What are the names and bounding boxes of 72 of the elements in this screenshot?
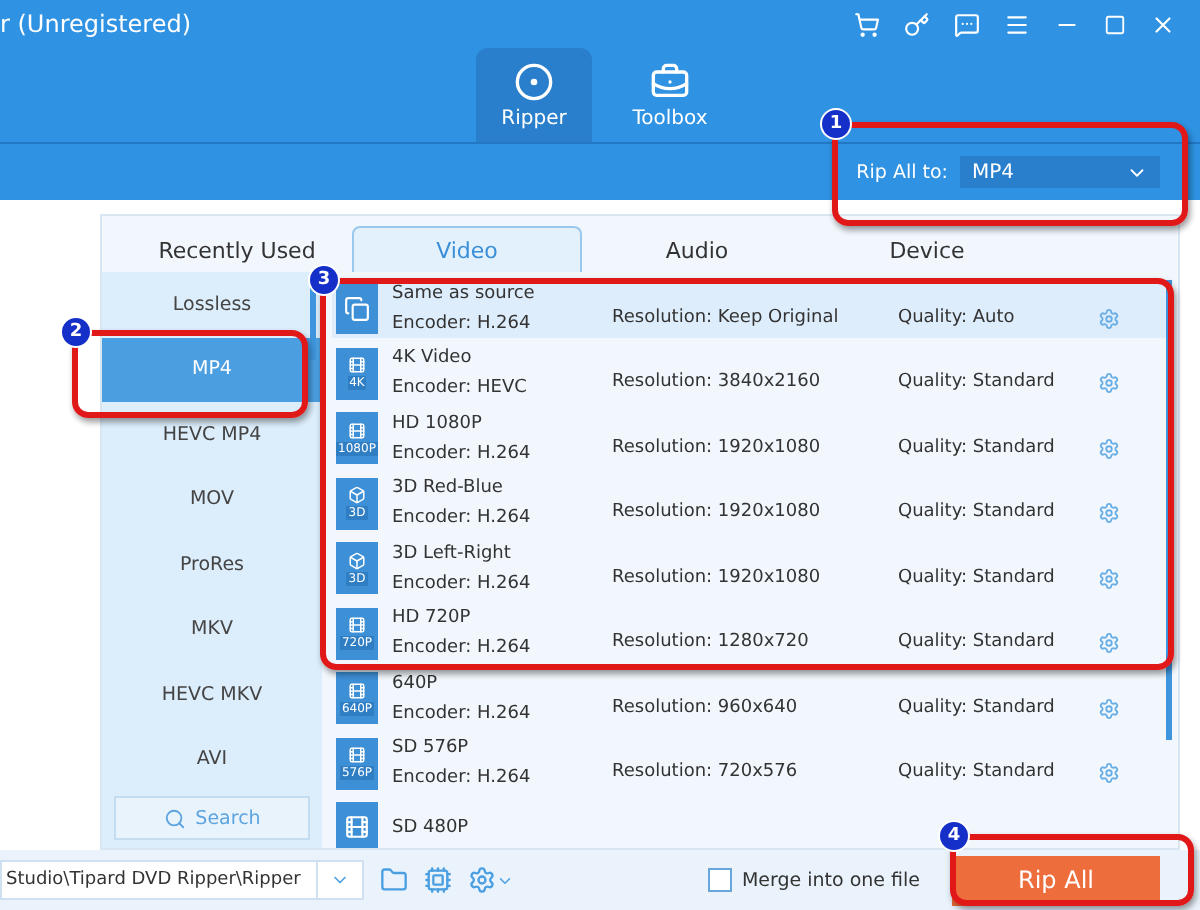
resolution-text: Resolution: 1280x720 xyxy=(612,632,811,656)
key-icon[interactable] xyxy=(904,11,930,37)
window-title: r (Unregistered) xyxy=(0,10,194,38)
resolution-text: Resolution: 1920x1080 xyxy=(612,567,823,591)
merge-checkbox[interactable]: Merge into one file xyxy=(707,868,920,892)
encoder-text: Encoder: HEVC xyxy=(392,378,529,399)
resolution-text: Resolution: 1920x1080 xyxy=(612,437,823,461)
quality-text: Quality: Standard xyxy=(898,372,1057,396)
checkbox[interactable] xyxy=(707,868,732,892)
encoder-text: Encoder: H.264 xyxy=(392,508,533,529)
format-item[interactable]: HEVC MP4 xyxy=(102,402,322,467)
preset-title: HD 1080P xyxy=(392,413,484,434)
encoder-text: Encoder: H.264 xyxy=(392,768,533,789)
preset-title: 3D Left-Right xyxy=(392,543,513,564)
search-icon xyxy=(163,807,186,829)
maximize-icon[interactable] xyxy=(1104,13,1126,35)
film-icon xyxy=(348,356,366,375)
nav-tab[interactable]: Ripper xyxy=(476,48,592,142)
resolution-text: Resolution: 720x576 xyxy=(612,762,800,786)
resolution-text: Resolution: 3840x2160 xyxy=(612,372,823,396)
format-tab[interactable]: Device xyxy=(812,226,1042,272)
resolution-text: Resolution: 960x640 xyxy=(612,697,800,721)
quality-text: Quality: Standard xyxy=(898,437,1057,461)
format-tab[interactable]: Audio xyxy=(582,226,812,272)
quality-text: Quality: Standard xyxy=(898,697,1057,721)
preset-title: Same as source xyxy=(392,283,537,304)
close-icon[interactable] xyxy=(1150,11,1176,37)
preset-title: SD 576P xyxy=(392,738,471,759)
copy-icon xyxy=(344,295,370,322)
preset-title: 3D Red-Blue xyxy=(392,478,505,499)
encoder-text: Encoder: H.264 xyxy=(392,443,533,464)
quality-text: Quality: Standard xyxy=(898,762,1057,786)
quality-text: Quality: Auto xyxy=(898,307,1017,331)
preset-title: HD 720P xyxy=(392,608,473,629)
format-item[interactable]: MOV xyxy=(102,467,322,532)
encoder-text: Encoder: H.264 xyxy=(392,313,533,334)
rip-all-to-label: Rip All to: xyxy=(856,161,948,183)
toolbox-icon xyxy=(650,61,690,101)
quality-text: Quality: Standard xyxy=(898,567,1057,591)
film-icon xyxy=(348,746,366,765)
preset-title: 4K Video xyxy=(392,348,474,369)
encoder-text: Encoder: H.264 xyxy=(392,573,533,594)
format-item[interactable]: MKV xyxy=(102,597,322,662)
format-dropdown[interactable]: MP4 xyxy=(960,156,1160,188)
quality-text: Quality: Standard xyxy=(898,632,1057,656)
settings-icon[interactable] xyxy=(468,862,514,898)
step-number: 2 xyxy=(60,316,92,348)
encoder-text: Encoder: H.264 xyxy=(392,638,533,659)
film-icon xyxy=(348,681,366,700)
film-icon xyxy=(348,616,366,635)
preset-row[interactable]: SD 480P xyxy=(332,800,612,848)
resolution-text: Resolution: 1920x1080 xyxy=(612,502,823,526)
format-item[interactable]: ProRes xyxy=(102,532,322,597)
disc-icon xyxy=(514,61,554,101)
format-item[interactable]: AVI xyxy=(102,727,322,792)
scrollbar[interactable] xyxy=(1166,280,1172,740)
quality-text: Quality: Standard xyxy=(898,502,1057,526)
preset-title: 640P xyxy=(392,673,440,694)
resolution-text: Resolution: Keep Original xyxy=(612,307,841,331)
preset-row[interactable]: Same as source Encoder: H.264 Resolution: Keep Original Quality: Auto xyxy=(332,280,1166,337)
cart-icon[interactable] xyxy=(854,11,880,37)
cube-icon xyxy=(348,551,366,570)
output-path-field[interactable]: Studio\Tipard DVD Ripper\Ripper xyxy=(0,860,364,900)
preset-title: SD 480P xyxy=(392,817,471,838)
film-icon xyxy=(344,814,370,841)
chat-icon[interactable] xyxy=(954,11,980,37)
cpu-icon[interactable] xyxy=(424,862,452,898)
encoder-text: Encoder: H.264 xyxy=(392,703,533,724)
film-icon xyxy=(348,421,366,440)
menu-icon[interactable] xyxy=(1004,11,1030,37)
format-item[interactable]: HEVC MKV xyxy=(102,662,322,727)
cube-icon xyxy=(348,486,366,505)
